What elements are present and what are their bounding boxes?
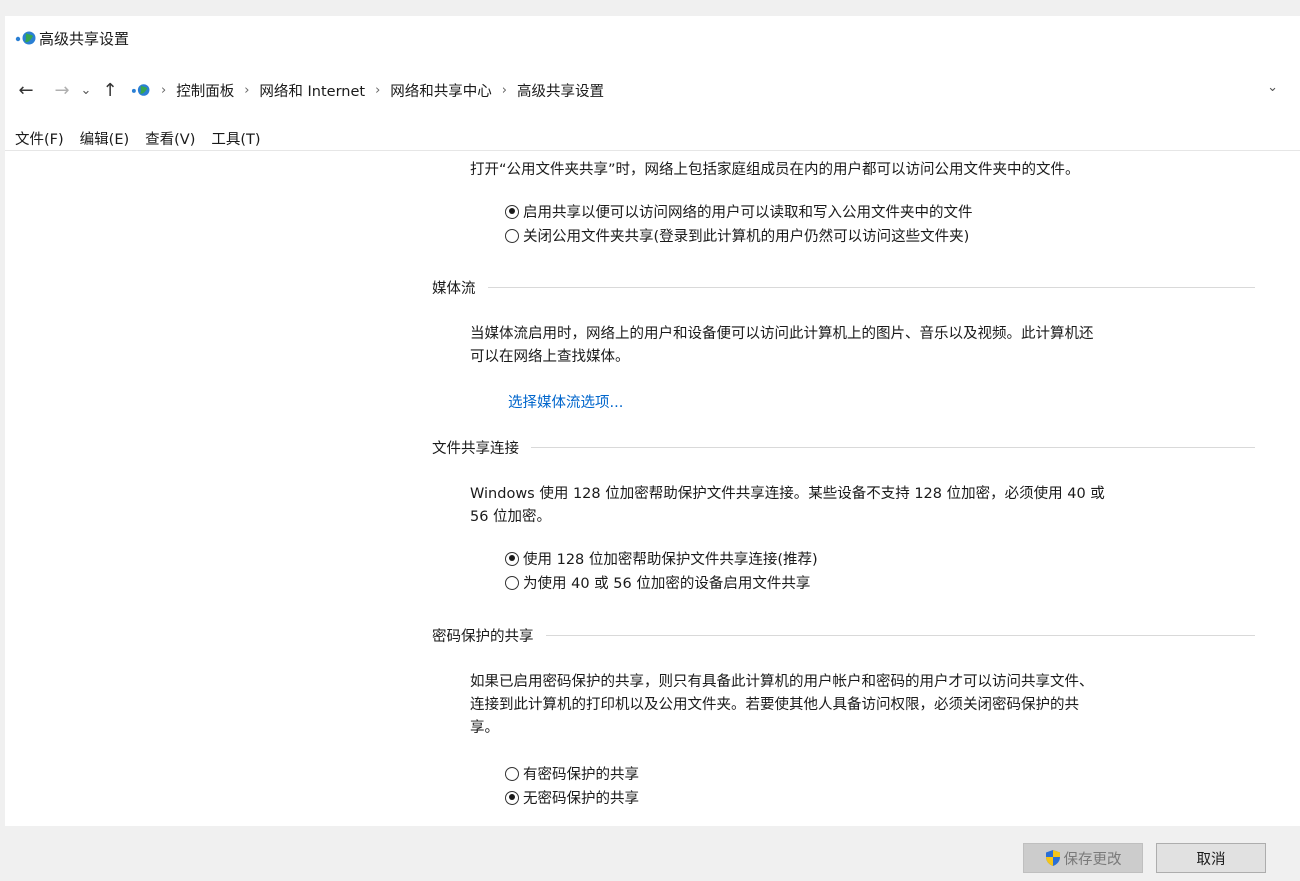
section-title: 密码保护的共享 xyxy=(432,629,534,645)
uac-shield-icon xyxy=(1045,849,1061,867)
radio-button-selected[interactable] xyxy=(505,204,519,219)
menu-tools[interactable]: 工具(T) xyxy=(211,128,260,149)
up-icon[interactable]: ↑ xyxy=(97,80,123,101)
option-label: 有密码保护的共享 xyxy=(523,767,639,783)
divider xyxy=(545,635,1255,636)
password-sharing-description-line1: 如果已启用密码保护的共享，则只有具备此计算机的用户帐户和密码的用户才可以访问共享… xyxy=(470,674,1094,690)
menu-edit[interactable]: 编辑(E) xyxy=(80,128,129,149)
option-label: 使用 128 位加密帮助保护文件共享连接(推荐) xyxy=(523,552,818,568)
forward-icon[interactable]: → xyxy=(49,80,75,101)
breadcrumb-control-panel[interactable]: 控制面板 xyxy=(176,80,234,101)
password-sharing-description-line2: 连接到此计算机的打印机以及公用文件夹。若要使其他人具备访问权限，必须关闭密码保护… xyxy=(470,697,1079,713)
password-sharing-heading: 密码保护的共享 xyxy=(432,625,1255,646)
menu-view[interactable]: 查看(V) xyxy=(145,128,195,149)
address-bar: ← → ⌄ ↑ › 控制面板 › 网络和 Internet › 网络和共享中心 … xyxy=(5,72,1300,108)
radio-button[interactable] xyxy=(505,766,519,781)
breadcrumb: › 控制面板 › 网络和 Internet › 网络和共享中心 › 高级共享设置 xyxy=(131,80,604,101)
breadcrumb-network-sharing-center[interactable]: 网络和共享中心 xyxy=(390,80,492,101)
media-streaming-description-line1: 当媒体流启用时，网络上的用户和设备便可以访问此计算机上的图片、音乐以及视频。此计… xyxy=(470,326,1094,342)
chevron-right-icon: › xyxy=(501,82,507,98)
password-sharing-description-line3: 享。 xyxy=(470,720,499,736)
chevron-right-icon: › xyxy=(375,82,381,98)
back-icon[interactable]: ← xyxy=(13,80,39,101)
section-title: 文件共享连接 xyxy=(432,441,519,457)
public-folder-disable-option[interactable]: 关闭公用文件夹共享(登录到此计算机的用户仍然可以访问这些文件夹) xyxy=(505,225,969,246)
divider xyxy=(487,287,1255,288)
title-bar: 高级共享设置 xyxy=(5,16,1300,60)
encryption-40-56-option[interactable]: 为使用 40 或 56 位加密的设备启用文件共享 xyxy=(505,572,810,593)
footer-bar: 保存更改 取消 xyxy=(5,826,1300,881)
radio-button[interactable] xyxy=(505,575,519,590)
file-sharing-heading: 文件共享连接 xyxy=(432,437,1255,458)
recent-locations-icon[interactable]: ⌄ xyxy=(75,83,97,98)
chevron-right-icon: › xyxy=(244,82,250,98)
radio-button[interactable] xyxy=(505,228,519,243)
option-label: 启用共享以便可以访问网络的用户可以读取和写入公用文件夹中的文件 xyxy=(523,205,973,221)
radio-button-selected[interactable] xyxy=(505,551,519,566)
breadcrumb-network-internet[interactable]: 网络和 Internet xyxy=(259,80,365,101)
media-streaming-heading: 媒体流 xyxy=(432,277,1255,298)
media-streaming-options-link[interactable]: 选择媒体流选项... xyxy=(508,391,623,412)
network-icon xyxy=(15,29,37,47)
password-protected-option[interactable]: 有密码保护的共享 xyxy=(505,763,639,784)
network-icon xyxy=(131,82,151,98)
media-streaming-description-line2: 可以在网络上查找媒体。 xyxy=(470,349,630,365)
radio-button-selected[interactable] xyxy=(505,790,519,805)
public-folder-description: 打开“公用文件夹共享”时，网络上包括家庭组成员在内的用户都可以访问公用文件夹中的… xyxy=(470,162,1080,178)
chevron-right-icon: › xyxy=(161,82,167,98)
file-sharing-description-line1: Windows 使用 128 位加密帮助保护文件共享连接。某些设备不支持 128… xyxy=(470,486,1105,502)
divider xyxy=(531,447,1255,448)
save-changes-button[interactable]: 保存更改 xyxy=(1023,843,1143,873)
save-button-label: 保存更改 xyxy=(1063,851,1122,868)
no-password-option[interactable]: 无密码保护的共享 xyxy=(505,787,639,808)
encryption-128-option[interactable]: 使用 128 位加密帮助保护文件共享连接(推荐) xyxy=(505,548,818,569)
menu-file[interactable]: 文件(F) xyxy=(15,128,64,149)
option-label: 无密码保护的共享 xyxy=(523,791,639,807)
settings-content: 打开“公用文件夹共享”时，网络上包括家庭组成员在内的用户都可以访问公用文件夹中的… xyxy=(5,150,1300,827)
window-title: 高级共享设置 xyxy=(39,29,130,48)
option-label: 为使用 40 或 56 位加密的设备启用文件共享 xyxy=(523,576,811,592)
advanced-sharing-window: 高级共享设置 ← → ⌄ ↑ › 控制面板 › 网络和 Internet › 网… xyxy=(5,16,1300,881)
option-label: 关闭公用文件夹共享(登录到此计算机的用户仍然可以访问这些文件夹) xyxy=(523,229,970,245)
section-title: 媒体流 xyxy=(432,281,476,297)
menu-bar: 文件(F) 编辑(E) 查看(V) 工具(T) xyxy=(5,126,267,150)
file-sharing-description-line2: 56 位加密。 xyxy=(470,509,552,525)
cancel-button[interactable]: 取消 xyxy=(1156,843,1266,873)
breadcrumb-advanced-sharing[interactable]: 高级共享设置 xyxy=(517,80,604,101)
address-dropdown-icon[interactable]: ⌄ xyxy=(1267,80,1278,95)
public-folder-enable-option[interactable]: 启用共享以便可以访问网络的用户可以读取和写入公用文件夹中的文件 xyxy=(505,201,973,222)
